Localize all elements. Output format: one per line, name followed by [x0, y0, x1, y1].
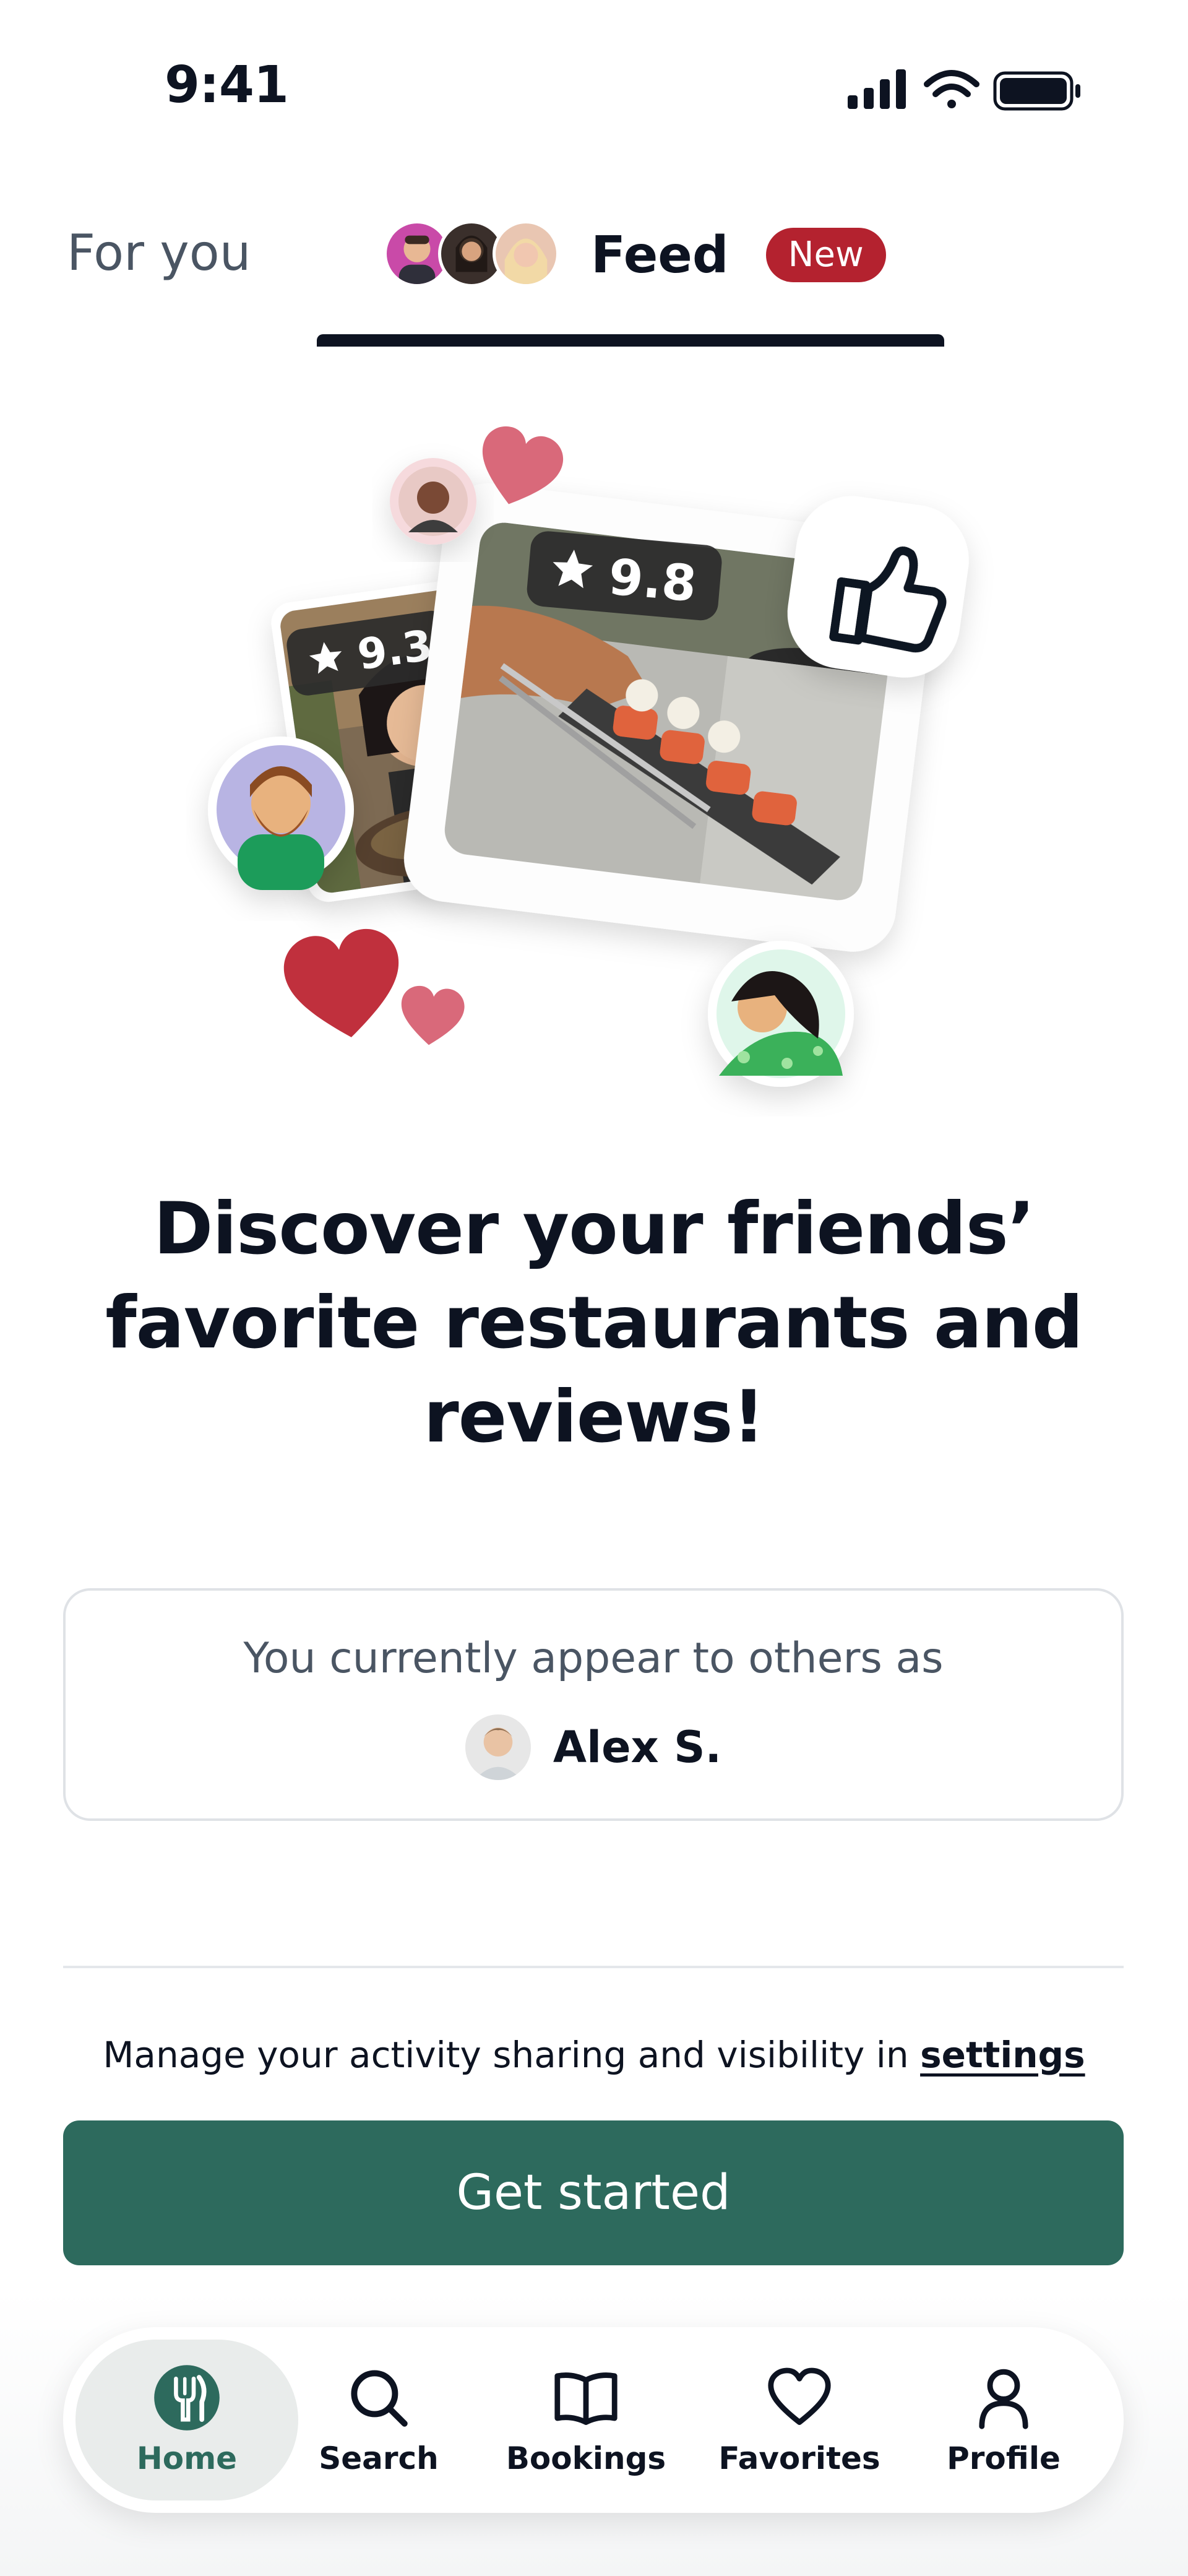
identity-card: You currently appear to others as Alex S… — [63, 1588, 1124, 1821]
status-icons — [848, 69, 1080, 111]
bottom-nav: Home Search Bookings Favorites Profile — [63, 2327, 1124, 2513]
rating-small-text: 9.3 — [355, 621, 435, 680]
nav-label-favorites: Favorites — [718, 2440, 880, 2476]
person-icon — [979, 2369, 1028, 2429]
avatar — [708, 941, 854, 1087]
search-icon — [351, 2370, 408, 2427]
tab-feed-label: Feed — [591, 225, 729, 285]
tab-feed[interactable]: Feed New — [384, 218, 886, 292]
heart-icon — [768, 2367, 831, 2425]
nav-label-profile: Profile — [947, 2440, 1061, 2476]
get-started-button[interactable]: Get started — [63, 2120, 1124, 2265]
identity-label: You currently appear to others as — [243, 1634, 944, 1683]
avatar — [493, 220, 559, 287]
manage-sharing-text: Manage your activity sharing and visibil… — [0, 2034, 1188, 2076]
identity-row: Alex S. — [66, 1714, 1121, 1780]
manage-text: Manage your activity sharing and visibil… — [103, 2034, 921, 2076]
tab-for-you[interactable]: For you — [67, 224, 251, 282]
settings-link[interactable]: settings — [920, 2034, 1085, 2076]
nav-item-profile[interactable]: Profile — [898, 2340, 1109, 2500]
headline: Discover your friends’ favorite restaura… — [105, 1187, 1083, 1459]
heart-icon — [401, 985, 465, 1045]
thumbs-up-icon — [787, 496, 969, 678]
nav-item-search[interactable]: Search — [270, 2340, 487, 2500]
nav-label-home: Home — [136, 2440, 238, 2476]
friend-avatars — [384, 220, 560, 290]
nav-label-bookings: Bookings — [506, 2440, 666, 2476]
signal-icon — [848, 69, 906, 109]
wifi-icon — [924, 70, 979, 108]
nav-item-favorites[interactable]: Favorites — [691, 2340, 908, 2500]
identity-name: Alex S. — [553, 1722, 722, 1773]
fork-knife-icon — [154, 2365, 220, 2431]
book-icon — [554, 2372, 618, 2425]
avatar — [390, 458, 476, 545]
nav-label-search: Search — [319, 2440, 439, 2476]
new-badge: New — [765, 228, 886, 282]
status-time: 9:41 — [165, 56, 289, 115]
hero-illustration: 9.3 9.8 — [208, 426, 969, 1087]
user-avatar — [465, 1714, 531, 1780]
nav-item-bookings[interactable]: Bookings — [478, 2340, 694, 2500]
nav-item-home[interactable]: Home — [75, 2340, 298, 2500]
heart-icon — [283, 928, 399, 1037]
battery-icon — [993, 71, 1080, 111]
active-tab-indicator — [317, 334, 944, 347]
rating-large-text: 9.8 — [606, 548, 699, 613]
divider — [63, 1966, 1124, 1968]
